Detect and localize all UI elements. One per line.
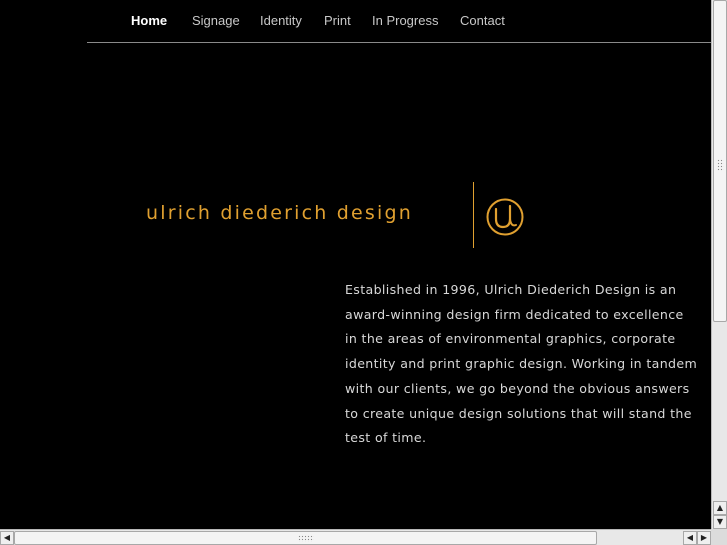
logo-mark-icon — [486, 198, 524, 236]
logo-wordmark: ulrich diederich design — [146, 202, 413, 224]
page-viewport: Home Signage Identity Print In Progress … — [0, 0, 711, 529]
logo-divider — [473, 182, 474, 248]
scroll-right-button[interactable]: ▶ — [697, 531, 711, 545]
nav-signage[interactable]: Signage — [192, 13, 240, 28]
scrollbar-corner — [711, 529, 727, 545]
nav-identity[interactable]: Identity — [260, 13, 302, 28]
scroll-left-button-secondary[interactable]: ◀ — [683, 531, 697, 545]
horizontal-grip-icon — [298, 535, 314, 542]
scroll-left-button[interactable]: ◀ — [0, 531, 14, 545]
scroll-down-button[interactable]: ▼ — [713, 515, 727, 529]
nav-contact[interactable]: Contact — [460, 13, 505, 28]
intro-paragraph: Established in 1996, Ulrich Diederich De… — [345, 282, 698, 446]
main-nav: Home Signage Identity Print In Progress … — [87, 0, 711, 43]
scroll-up-button[interactable]: ▲ — [713, 501, 727, 515]
nav-home[interactable]: Home — [131, 13, 167, 28]
horizontal-scroll-thumb[interactable] — [14, 531, 597, 545]
nav-in-progress[interactable]: In Progress — [372, 13, 438, 28]
horizontal-scrollbar[interactable]: ◀ ◀ ▶ — [0, 529, 711, 545]
vertical-scroll-thumb[interactable] — [713, 0, 727, 322]
vertical-grip-icon — [717, 159, 724, 171]
nav-print[interactable]: Print — [324, 13, 351, 28]
vertical-scrollbar[interactable]: ▲ ▼ — [711, 0, 727, 529]
